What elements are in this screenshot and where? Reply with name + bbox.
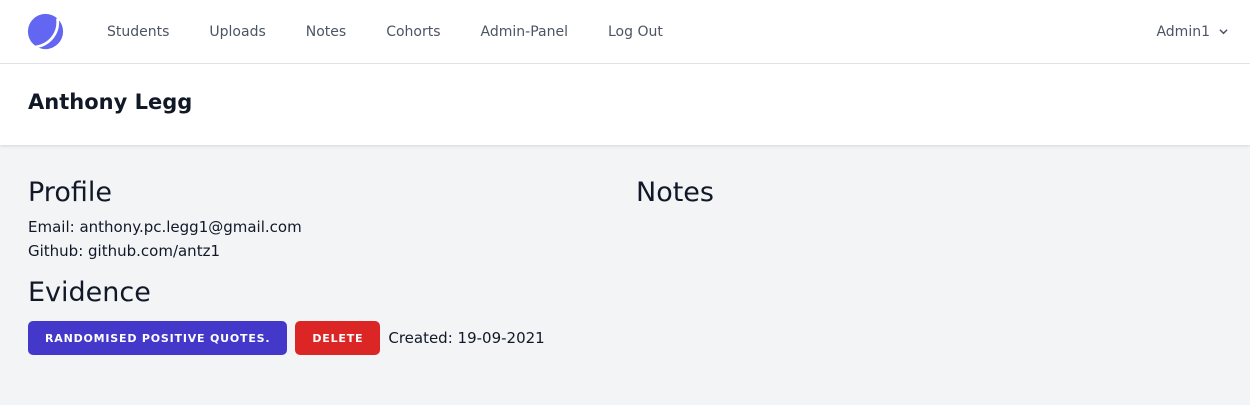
nav-uploads-link[interactable]: Uploads	[209, 24, 265, 40]
page-header: Anthony Legg	[0, 64, 1250, 145]
profile-heading: Profile	[28, 177, 112, 208]
nav-cohorts-link[interactable]: Cohorts	[386, 24, 440, 40]
delete-button[interactable]: DELETE	[295, 321, 381, 355]
page-title: Anthony Legg	[28, 90, 193, 114]
user-name: Admin1	[1156, 23, 1210, 40]
evidence-heading: Evidence	[28, 277, 151, 308]
user-menu[interactable]: Admin1	[1156, 0, 1228, 63]
profile-section: Profile Email: anthony.pc.legg1@gmail.co…	[28, 175, 608, 355]
nav-admin-panel-link[interactable]: Admin-Panel	[481, 24, 568, 40]
chevron-down-icon	[1219, 29, 1228, 35]
nav-links: Students Uploads Notes Cohorts Admin-Pan…	[107, 0, 703, 63]
notes-section: Notes	[636, 175, 1216, 211]
top-navbar: Students Uploads Notes Cohorts Admin-Pan…	[0, 0, 1250, 64]
main-content: Profile Email: anthony.pc.legg1@gmail.co…	[0, 145, 1250, 405]
evidence-created-date: Created: 19-09-2021	[388, 329, 545, 347]
profile-email: Email: anthony.pc.legg1@gmail.com	[28, 218, 302, 236]
nav-notes-link[interactable]: Notes	[306, 24, 346, 40]
evidence-title-button[interactable]: RANDOMISED POSITIVE QUOTES.	[28, 321, 288, 355]
app-logo-icon[interactable]	[27, 13, 64, 50]
profile-github: Github: github.com/antz1	[28, 242, 220, 260]
profile-info: Email: anthony.pc.legg1@gmail.com Github…	[28, 215, 608, 263]
notes-heading: Notes	[636, 177, 714, 208]
nav-students-link[interactable]: Students	[107, 24, 169, 40]
nav-logout-link[interactable]: Log Out	[608, 24, 663, 40]
evidence-item: RANDOMISED POSITIVE QUOTES. DELETE Creat…	[28, 321, 608, 355]
